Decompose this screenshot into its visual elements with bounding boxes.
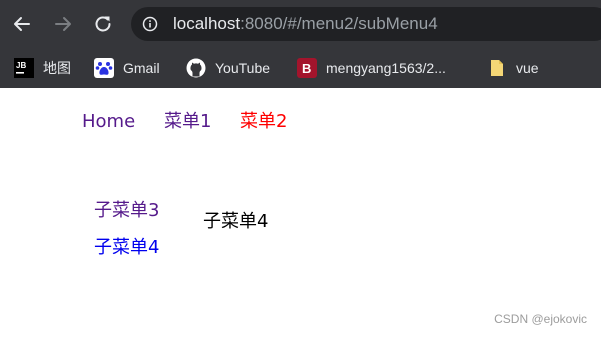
bookmark-label: Gmail: [123, 60, 160, 76]
url-text[interactable]: localhost:8080/#/menu2/subMenu4: [173, 14, 438, 34]
subnav-link-4[interactable]: 子菜单4: [94, 237, 159, 259]
reload-icon: [95, 16, 111, 32]
bookmark-label: YouTube: [215, 60, 271, 76]
reload-button[interactable]: [91, 12, 115, 36]
svg-text:B: B: [302, 61, 311, 76]
svg-text:JB: JB: [16, 61, 26, 70]
bookmark-gmail[interactable]: Gmail: [94, 54, 160, 82]
bookmark-mengyang[interactable]: B mengyang1563/2...: [297, 54, 446, 82]
bookmark-youtube[interactable]: YouTube: [186, 54, 270, 82]
bookmark-vue[interactable]: vue: [487, 54, 539, 82]
b-letter-icon: B: [297, 58, 317, 78]
arrow-left-icon: [14, 17, 30, 31]
subnav-link-3[interactable]: 子菜单3: [94, 200, 159, 222]
nav-link-home[interactable]: Home: [82, 111, 135, 133]
address-bar[interactable]: localhost:8080/#/menu2/subMenu4: [131, 7, 601, 41]
nav-link-menu1[interactable]: 菜单1: [164, 111, 211, 133]
bookmark-map[interactable]: JB 地图: [14, 54, 71, 82]
page-content: Home 菜单1 菜单2 子菜单3 子菜单4 子菜单4 CSDN @ejokov…: [0, 88, 601, 337]
info-icon[interactable]: [142, 16, 158, 32]
csdn-watermark: CSDN @ejokovic: [494, 312, 587, 326]
browser-chrome: localhost:8080/#/menu2/subMenu4 JB 地图 Gm…: [0, 0, 601, 88]
forward-button[interactable]: [51, 12, 75, 36]
folder-icon: [487, 58, 507, 78]
url-path: :8080/#/menu2/subMenu4: [240, 14, 438, 33]
baidu-paw-icon: [94, 58, 114, 78]
nav-link-menu2[interactable]: 菜单2: [240, 111, 287, 133]
bookmark-label: mengyang1563/2...: [326, 60, 446, 76]
back-button[interactable]: [10, 12, 34, 36]
router-view-content: 子菜单4: [203, 211, 269, 232]
arrow-right-icon: [55, 17, 71, 31]
bookmarks-bar: JB 地图 Gmail YouTube B mengyang1563/2... …: [0, 48, 601, 88]
browser-toolbar: localhost:8080/#/menu2/subMenu4: [0, 0, 601, 48]
bookmark-label: vue: [516, 60, 539, 76]
jetbrains-icon: JB: [14, 58, 34, 78]
bookmark-label: 地图: [43, 60, 71, 76]
url-host: localhost: [173, 14, 241, 33]
github-icon: [186, 58, 206, 78]
